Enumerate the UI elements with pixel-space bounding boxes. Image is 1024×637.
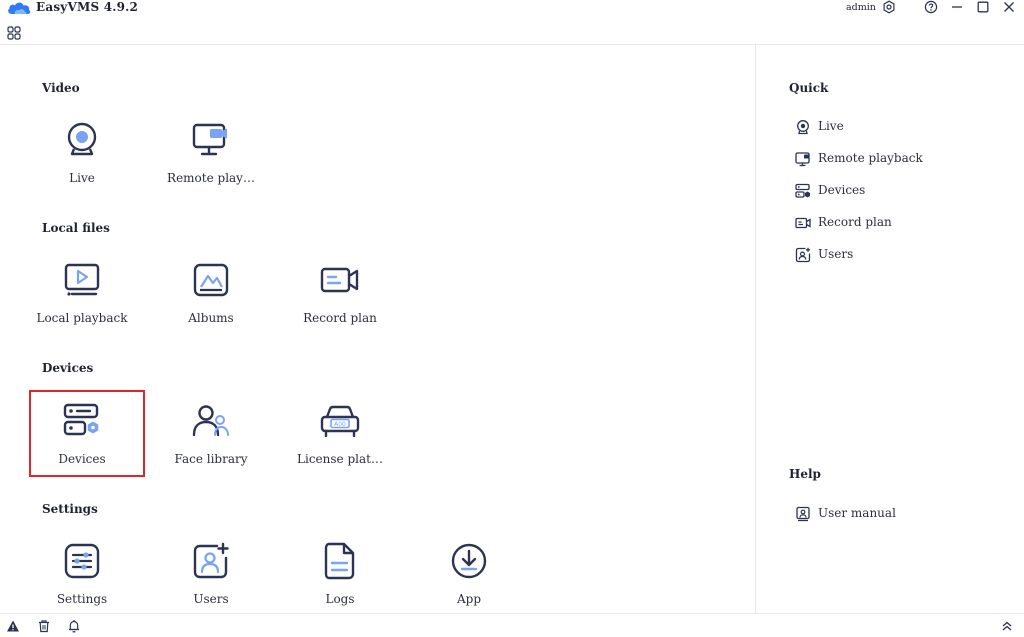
- bell-icon[interactable]: [67, 619, 81, 633]
- quick-item-label: Record plan: [818, 215, 892, 229]
- svg-text:A00: A00: [334, 421, 346, 428]
- local-playback-icon: [62, 260, 102, 300]
- warning-icon[interactable]: [6, 619, 20, 633]
- license-plate-icon: A00: [320, 401, 360, 441]
- settings-gear-icon[interactable]: [882, 0, 896, 14]
- devices-icon: [62, 401, 102, 441]
- section-title-devices: Devices: [42, 361, 94, 375]
- minimize-icon[interactable]: [950, 0, 964, 14]
- side-panel-divider: [755, 45, 756, 613]
- header-divider: [0, 44, 1024, 45]
- tile-local-playback[interactable]: Local playback: [24, 254, 140, 340]
- tile-label: Face library: [174, 452, 248, 466]
- tile-label: Local playback: [36, 311, 128, 325]
- add-user-icon: [191, 541, 231, 581]
- webcam-icon: [62, 120, 102, 160]
- help-title: Help: [789, 467, 821, 481]
- tile-albums[interactable]: Albums: [153, 254, 269, 340]
- quick-title: Quick: [789, 81, 829, 95]
- logs-icon: [320, 541, 360, 581]
- apps-grid-icon[interactable]: [7, 25, 21, 40]
- tile-face-library[interactable]: Face library: [153, 395, 269, 481]
- quick-item-users[interactable]: Users: [795, 246, 995, 264]
- record-plan-icon: [320, 260, 360, 300]
- tile-license-plate[interactable]: A00 License plat…: [282, 395, 398, 481]
- tile-label: Record plan: [303, 311, 377, 325]
- quick-item-live[interactable]: Live: [795, 118, 995, 136]
- quick-item-label: Live: [818, 119, 844, 133]
- tile-label: Settings: [56, 592, 108, 606]
- tile-settings[interactable]: Settings: [24, 535, 140, 621]
- tile-app[interactable]: App: [411, 535, 527, 621]
- face-library-icon: [191, 401, 231, 441]
- tile-label: Albums: [188, 311, 234, 325]
- quick-item-remote-playback[interactable]: Remote playback: [795, 150, 995, 168]
- tile-live[interactable]: Live: [24, 114, 140, 200]
- easyvms-logo: [6, 1, 32, 16]
- close-icon[interactable]: [1002, 0, 1016, 14]
- app-title: EasyVMS 4.9.2: [36, 0, 139, 14]
- webcam-icon: [795, 119, 811, 135]
- help-icon[interactable]: [924, 0, 938, 14]
- quick-item-label: Users: [818, 247, 854, 261]
- tile-record-plan[interactable]: Record plan: [282, 254, 398, 340]
- help-item-label: User manual: [818, 506, 896, 520]
- section-title-local-files: Local files: [42, 221, 110, 235]
- section-title-video: Video: [42, 81, 80, 95]
- albums-icon: [191, 260, 231, 300]
- tile-devices[interactable]: Devices: [24, 395, 140, 481]
- remote-playback-icon: [795, 151, 811, 167]
- quick-item-devices[interactable]: Devices: [795, 182, 995, 200]
- download-app-icon: [449, 541, 489, 581]
- help-item-user-manual[interactable]: User manual: [795, 505, 995, 523]
- quick-item-label: Devices: [818, 183, 866, 197]
- tile-logs[interactable]: Logs: [282, 535, 398, 621]
- user-account-name[interactable]: admin: [846, 2, 876, 13]
- tile-users[interactable]: Users: [153, 535, 269, 621]
- record-plan-icon: [795, 215, 811, 231]
- users-icon: [795, 247, 811, 263]
- tile-label: Live: [69, 171, 95, 185]
- tile-label: Logs: [325, 592, 355, 606]
- quick-item-label: Remote playback: [818, 151, 923, 165]
- title-bar: EasyVMS 4.9.2 admin: [0, 0, 1024, 16]
- tile-remote-playback[interactable]: Remote play…: [153, 114, 269, 200]
- remote-playback-icon: [191, 120, 231, 160]
- maximize-icon[interactable]: [976, 0, 990, 14]
- tile-label: License plat…: [297, 452, 383, 466]
- devices-icon: [795, 183, 811, 199]
- tile-label: Users: [193, 592, 229, 606]
- trash-icon[interactable]: [37, 619, 51, 633]
- tile-label: App: [456, 592, 482, 606]
- user-manual-icon: [795, 506, 811, 522]
- tile-label: Devices: [58, 452, 106, 466]
- section-title-settings: Settings: [42, 502, 98, 516]
- tile-label: Remote play…: [167, 171, 255, 185]
- settings-sliders-icon: [62, 541, 102, 581]
- quick-item-record-plan[interactable]: Record plan: [795, 214, 995, 232]
- double-chevron-up-icon[interactable]: [1000, 619, 1014, 633]
